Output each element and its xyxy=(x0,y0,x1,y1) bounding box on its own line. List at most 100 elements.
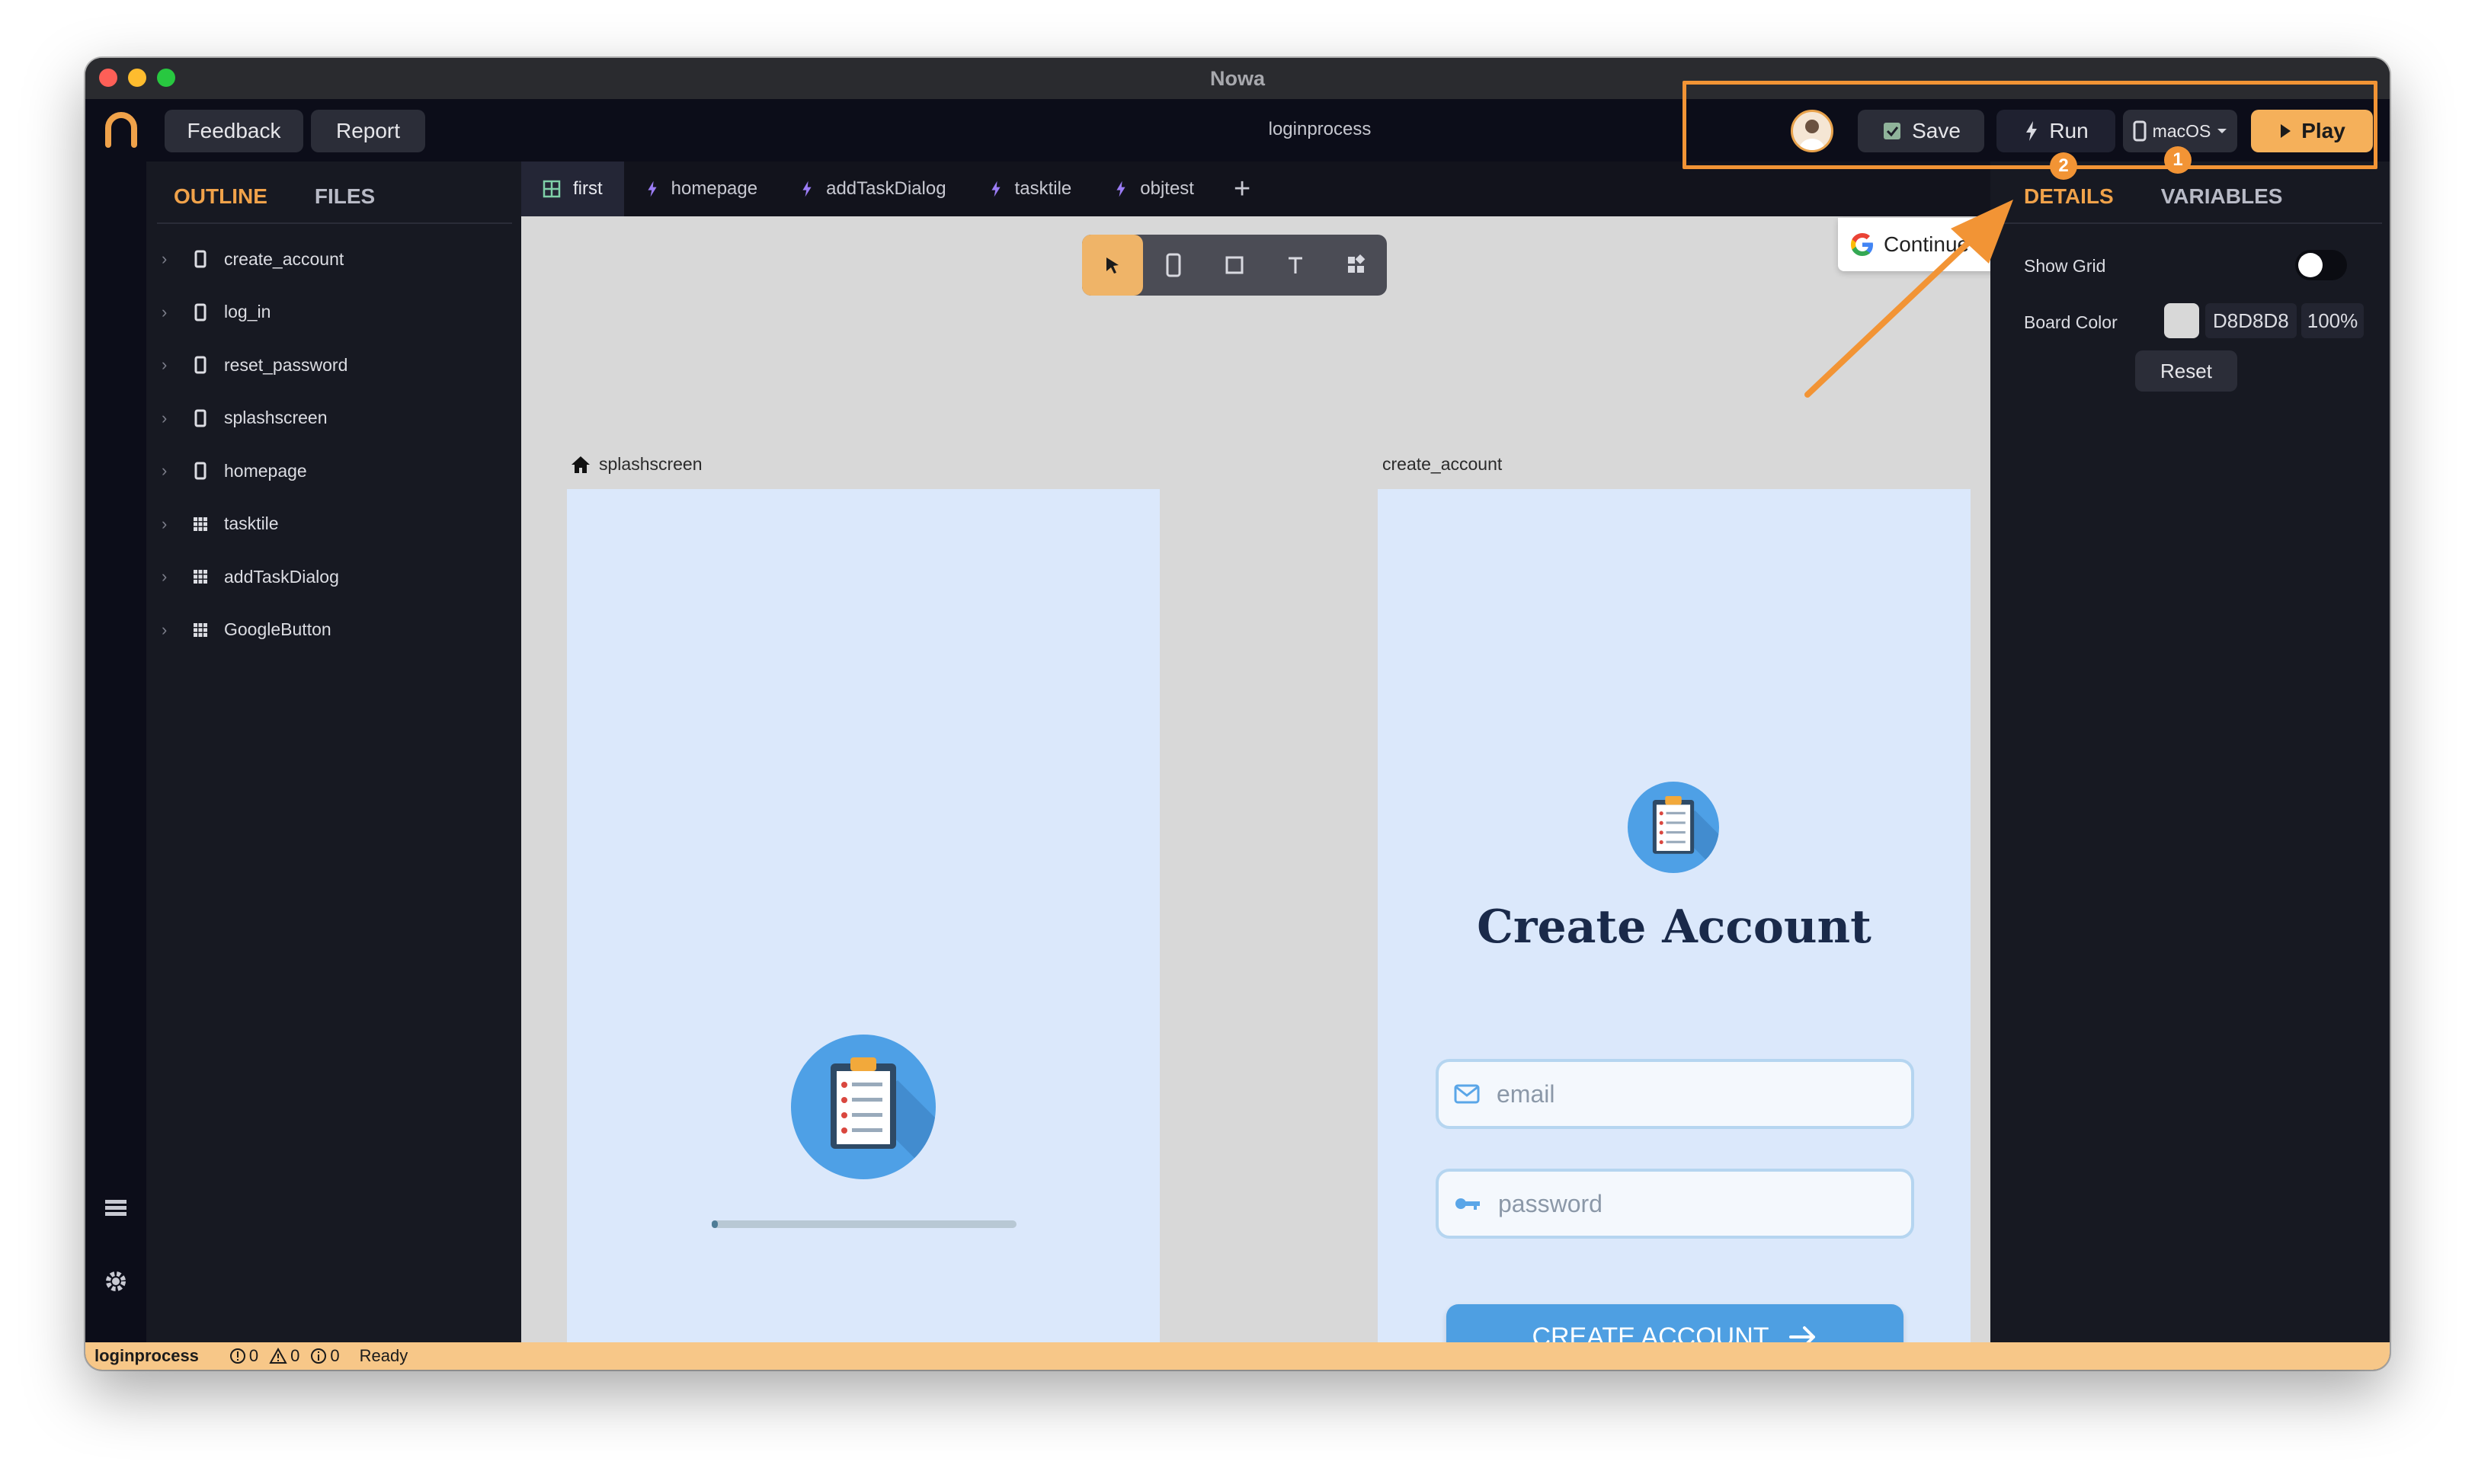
bolt-icon xyxy=(802,181,812,197)
text-icon xyxy=(1289,257,1302,273)
gear-icon[interactable] xyxy=(102,1268,130,1295)
board-color-hex-input[interactable]: D8D8D8 xyxy=(2205,303,2297,338)
tab-tasktile[interactable]: tasktile xyxy=(968,162,1093,216)
tab-variables[interactable]: VARIABLES xyxy=(2161,184,2283,209)
outline-panel: OUTLINE FILES › create_account › log_in › res… xyxy=(146,162,521,1342)
save-button[interactable]: Save xyxy=(1858,110,1984,152)
phone-icon xyxy=(191,250,210,268)
outline-item-tasktile[interactable]: › tasktile xyxy=(162,506,279,542)
project-name: loginprocess xyxy=(1268,119,1372,139)
error-icon xyxy=(229,1348,245,1364)
grid-icon xyxy=(543,180,561,198)
outline-panel-tabs: OUTLINE FILES xyxy=(174,184,375,209)
reset-label: Reset xyxy=(2160,359,2212,382)
tab-addtaskdialog[interactable]: addTaskDialog xyxy=(779,162,967,216)
splashscreen-frame[interactable] xyxy=(567,489,1160,1342)
splashscreen-label-text: splashscreen xyxy=(599,454,703,474)
outline-item-addtaskdialog[interactable]: › addTaskDialog xyxy=(162,558,339,595)
play-button[interactable]: Play xyxy=(2251,110,2373,152)
chevron-right-icon[interactable]: › xyxy=(162,355,184,375)
status-project-name: loginprocess xyxy=(94,1346,199,1365)
chevron-right-icon[interactable]: › xyxy=(162,514,184,534)
error-count[interactable]: 0 xyxy=(229,1346,258,1366)
chevron-down-icon xyxy=(2217,129,2227,133)
tab-first[interactable]: first xyxy=(521,162,624,216)
grid-icon xyxy=(191,622,210,638)
canvas-area[interactable]: first homepage addTaskDialog tasktile objtes… xyxy=(521,162,2006,1370)
outline-item-reset-password[interactable]: › reset_password xyxy=(162,347,347,383)
layers-list-icon[interactable] xyxy=(102,1195,130,1222)
tab-homepage[interactable]: homepage xyxy=(624,162,779,216)
annotation-badge-1: 1 xyxy=(2164,146,2192,174)
create-account-label[interactable]: create_account xyxy=(1382,454,1502,475)
app-window: Nowa Feedback Report loginprocess Save R… xyxy=(85,58,2390,1370)
password-field[interactable]: password xyxy=(1436,1169,1914,1239)
left-rail xyxy=(85,162,146,1362)
phone-icon xyxy=(191,409,210,427)
show-grid-toggle[interactable] xyxy=(2295,250,2347,280)
feedback-button[interactable]: Feedback xyxy=(165,110,303,152)
google-button-component[interactable]: Continue w xyxy=(1838,218,2006,271)
reset-button[interactable]: Reset xyxy=(2135,350,2237,392)
canvas-tool-strip xyxy=(1082,235,1387,296)
status-bar: loginprocess 0 0 0 Ready xyxy=(85,1342,2390,1370)
tab-label: objtest xyxy=(1140,178,1194,199)
tab-outline[interactable]: OUTLINE xyxy=(174,184,267,209)
phone-icon xyxy=(1166,253,1181,277)
tab-objtest[interactable]: objtest xyxy=(1093,162,1215,216)
widgets-icon xyxy=(1348,254,1366,273)
close-window-button[interactable] xyxy=(99,69,117,87)
save-label: Save xyxy=(1912,119,1961,142)
grid-icon xyxy=(194,517,207,531)
grid-icon xyxy=(194,570,207,584)
key-icon xyxy=(1455,1198,1480,1210)
outline-item-label: reset_password xyxy=(224,354,348,375)
window-title: Nowa xyxy=(1209,66,1265,90)
annotation-badge-2: 2 xyxy=(2050,152,2077,180)
run-button[interactable]: Run xyxy=(1996,110,2115,152)
warning-count[interactable]: 0 xyxy=(269,1346,299,1366)
chevron-right-icon[interactable]: › xyxy=(162,249,184,269)
chevron-right-icon[interactable]: › xyxy=(162,302,184,322)
square-icon xyxy=(1225,256,1244,274)
report-button[interactable]: Report xyxy=(311,110,425,152)
google-button-text: Continue w xyxy=(1884,232,1991,256)
outline-item-label: GoogleButton xyxy=(224,619,331,639)
container-tool[interactable] xyxy=(1204,235,1265,296)
minimize-window-button[interactable] xyxy=(128,69,146,87)
outline-item-splashscreen[interactable]: › splashscreen xyxy=(162,400,328,437)
select-tool[interactable] xyxy=(1082,235,1143,296)
create-account-frame[interactable]: Create Account email password CREATE ACC… xyxy=(1378,489,1971,1370)
outline-item-homepage[interactable]: › homepage xyxy=(162,453,307,489)
text-tool[interactable] xyxy=(1265,235,1326,296)
info-count[interactable]: 0 xyxy=(310,1346,340,1366)
title-bar: Nowa xyxy=(85,58,2390,99)
board-color-opacity-input[interactable]: 100% xyxy=(2301,303,2364,338)
tab-label: homepage xyxy=(671,178,758,199)
email-field[interactable]: email xyxy=(1436,1059,1914,1129)
user-avatar[interactable] xyxy=(1791,110,1833,152)
create-account-title: Create Account xyxy=(1477,900,1871,954)
phone-icon xyxy=(194,462,207,480)
nowa-logo-icon[interactable] xyxy=(99,108,143,152)
chevron-right-icon[interactable]: › xyxy=(162,620,184,640)
tab-details[interactable]: DETAILS xyxy=(2024,184,2114,209)
email-placeholder: email xyxy=(1497,1079,1555,1108)
splashscreen-label[interactable]: splashscreen xyxy=(570,454,703,475)
chevron-right-icon[interactable]: › xyxy=(162,461,184,481)
outline-item-log-in[interactable]: › log_in xyxy=(162,294,271,331)
phone-icon xyxy=(194,250,207,268)
zoom-window-button[interactable] xyxy=(157,69,175,87)
add-tab-button[interactable]: + xyxy=(1215,173,1269,206)
board-color-swatch[interactable] xyxy=(2164,303,2199,338)
play-icon xyxy=(2281,124,2291,138)
phone-icon xyxy=(194,356,207,374)
chevron-right-icon[interactable]: › xyxy=(162,408,184,428)
outline-item-googlebutton[interactable]: › GoogleButton xyxy=(162,612,331,648)
tab-files[interactable]: FILES xyxy=(315,184,375,209)
chevron-right-icon[interactable]: › xyxy=(162,567,184,587)
components-tool[interactable] xyxy=(1326,235,1387,296)
grid-icon xyxy=(191,569,210,584)
screen-tool[interactable] xyxy=(1143,235,1204,296)
outline-item-create-account[interactable]: › create_account xyxy=(162,241,344,277)
